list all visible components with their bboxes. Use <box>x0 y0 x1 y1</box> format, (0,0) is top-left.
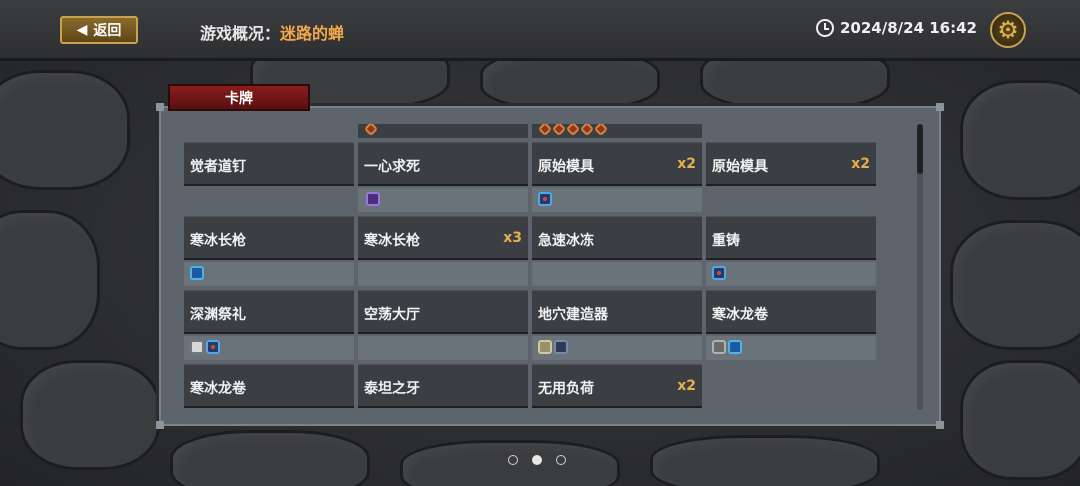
card-icons-strip <box>184 262 354 286</box>
card-icons-strip <box>358 262 528 286</box>
earth-gem-icon <box>538 340 552 354</box>
top-bar: ◀ 返回 游戏概况：迷路的蝉 2024/8/24 16:42 ⚙ <box>0 0 1080 61</box>
card-item[interactable]: 寒冰龙卷 <box>706 290 876 334</box>
card-count: x2 <box>677 378 696 394</box>
card-icons-strip <box>532 188 702 212</box>
page-dot[interactable] <box>556 455 566 465</box>
card-item[interactable]: 深渊祭礼 <box>184 290 354 334</box>
ice-gem-icon <box>728 340 742 354</box>
card-name: 深渊祭礼 <box>190 307 246 323</box>
cost-gem-icon <box>551 124 567 137</box>
card-item[interactable]: 地穴建造器 <box>532 290 702 334</box>
page-dot-active[interactable] <box>532 455 542 465</box>
shadow-gem-icon <box>554 340 568 354</box>
card-name: 原始模具 <box>538 159 594 175</box>
title-prefix: 游戏概况： <box>200 24 281 43</box>
page-dot[interactable] <box>508 455 518 465</box>
card-item[interactable]: 寒冰龙卷 <box>184 364 354 408</box>
clock-icon <box>816 19 834 37</box>
card-count: x2 <box>851 156 870 172</box>
tab-cards[interactable]: 卡牌 <box>168 84 310 111</box>
card-name: 一心求死 <box>364 159 420 175</box>
card-grid: 觉者道钉 一心求死 原始模具 x2 原始模具 x2 寒冰长枪 寒冰长枪 x3 急… <box>184 124 880 412</box>
void-gem-icon <box>366 192 380 206</box>
cost-gem-icon <box>565 124 581 137</box>
fire-gem-icon <box>538 192 552 206</box>
gear-icon: ⚙ <box>997 16 1019 44</box>
datetime-display: 2024/8/24 16:42 <box>816 19 977 37</box>
tab-cards-label: 卡牌 <box>225 90 253 107</box>
card-name: 重铸 <box>712 233 740 249</box>
card-name: 地穴建造器 <box>538 307 608 323</box>
card-item[interactable]: 无用负荷 x2 <box>532 364 702 408</box>
ice-gem-icon <box>190 266 204 280</box>
card-icons-strip <box>532 336 702 360</box>
back-button[interactable]: ◀ 返回 <box>60 16 138 44</box>
card-item[interactable]: 重铸 <box>706 216 876 260</box>
game-name: 迷路的蝉 <box>280 24 345 43</box>
card-name: 无用负荷 <box>538 381 594 397</box>
card-icons-strip <box>532 124 702 138</box>
card-item[interactable]: 急速冰冻 <box>532 216 702 260</box>
card-item[interactable]: 原始模具 x2 <box>706 142 876 186</box>
card-icons-strip <box>358 336 528 360</box>
scrollbar-thumb[interactable] <box>917 124 923 174</box>
cost-gem-icon <box>593 124 609 137</box>
fire-gem-icon <box>206 340 220 354</box>
datetime-text: 2024/8/24 16:42 <box>840 19 977 37</box>
page-title: 游戏概况：迷路的蝉 <box>200 20 344 44</box>
card-item[interactable]: 一心求死 <box>358 142 528 186</box>
page-indicator <box>508 455 566 465</box>
card-item[interactable]: 寒冰长枪 <box>184 216 354 260</box>
card-item[interactable]: 空荡大厅 <box>358 290 528 334</box>
cost-gem-icon <box>579 124 595 137</box>
card-name: 寒冰龙卷 <box>190 381 246 397</box>
card-name: 空荡大厅 <box>364 307 420 323</box>
settings-button[interactable]: ⚙ <box>990 12 1026 48</box>
card-icons-strip <box>532 262 702 286</box>
card-name: 寒冰长枪 <box>190 233 246 249</box>
card-name: 寒冰龙卷 <box>712 307 768 323</box>
card-item[interactable]: 觉者道钉 <box>184 142 354 186</box>
cog-gem-icon <box>712 340 726 354</box>
card-item[interactable]: 原始模具 x2 <box>532 142 702 186</box>
card-count: x3 <box>503 230 522 246</box>
card-name: 寒冰长枪 <box>364 233 420 249</box>
card-item[interactable]: 寒冰长枪 x3 <box>358 216 528 260</box>
card-icons-strip <box>184 336 354 360</box>
cost-gem-icon <box>363 124 379 137</box>
card-icons-strip <box>706 262 876 286</box>
card-name: 原始模具 <box>712 159 768 175</box>
card-icons-strip <box>358 188 528 212</box>
card-icons-strip <box>358 124 528 138</box>
fire-gem-icon <box>712 266 726 280</box>
back-arrow-icon: ◀ <box>76 22 88 38</box>
card-icons-strip <box>706 336 876 360</box>
card-name: 急速冰冻 <box>538 233 594 249</box>
card-count: x2 <box>677 156 696 172</box>
cost-gem-icon <box>537 124 553 137</box>
card-name: 觉者道钉 <box>190 159 246 175</box>
card-name: 泰坦之牙 <box>364 381 420 397</box>
neutral-gem-icon <box>190 340 204 354</box>
back-label: 返回 <box>93 23 122 39</box>
card-item[interactable]: 泰坦之牙 <box>358 364 528 408</box>
